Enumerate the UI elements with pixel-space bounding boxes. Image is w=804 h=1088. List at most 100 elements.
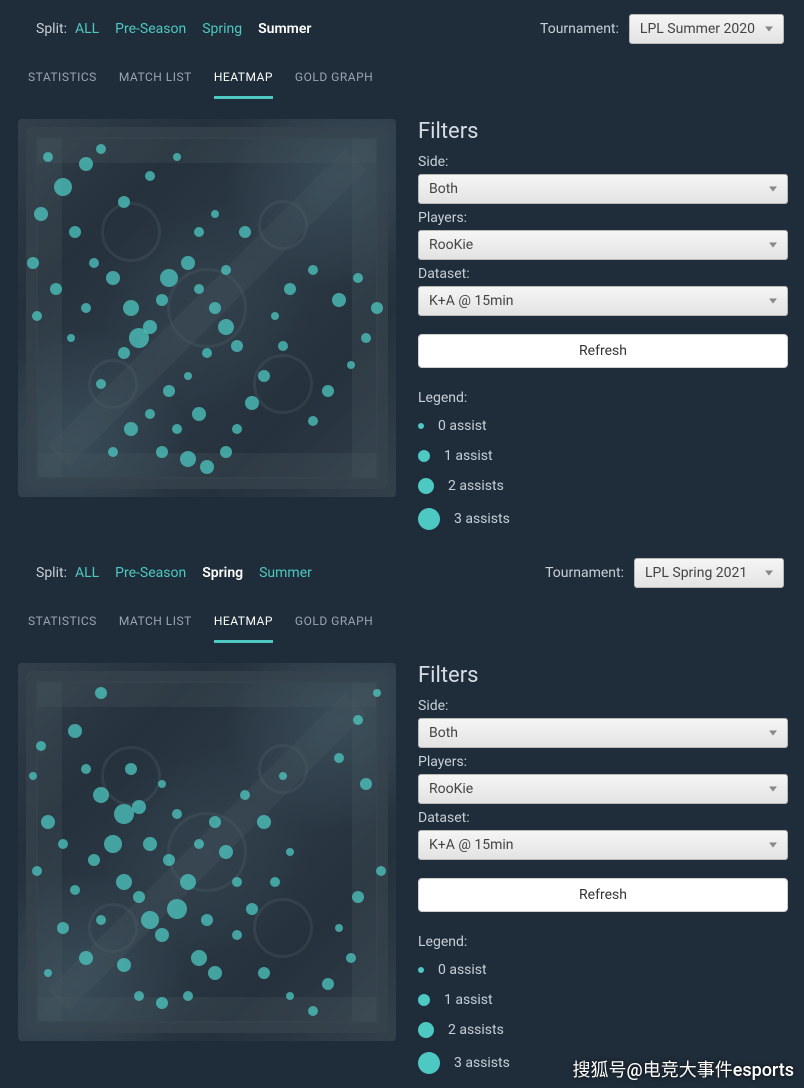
players-select[interactable]: RooKie <box>418 774 788 804</box>
tournament-select[interactable]: LPL Summer 2020 <box>629 14 784 44</box>
tournament-label: Tournament: <box>545 565 624 581</box>
refresh-button[interactable]: Refresh <box>418 334 788 368</box>
side-label: Side: <box>418 698 788 714</box>
heatmap-dot <box>202 348 212 358</box>
filters-sidebar: FiltersSide:BothPlayers:RooKieDataset:K+… <box>396 663 788 1088</box>
split-spring[interactable]: Spring <box>202 21 242 37</box>
heatmap-dot <box>245 396 259 410</box>
legend-label: 3 assists <box>454 1055 510 1071</box>
split-spring[interactable]: Spring <box>202 565 243 581</box>
tab-match-list[interactable]: MATCH LIST <box>119 70 192 99</box>
heatmap-dot <box>270 877 280 887</box>
players-label: Players: <box>418 210 788 226</box>
heatmap-dot <box>308 265 318 275</box>
top-row: Split:ALLPre-SeasonSpringSummerTournamen… <box>0 0 804 52</box>
heatmap-dot <box>133 891 145 903</box>
dataset-label: Dataset: <box>418 266 788 282</box>
panel: Split: ALL Pre-Season Spring Summer Tournamen… <box>0 544 804 1088</box>
tab-statistics[interactable]: STATISTICS <box>28 614 97 643</box>
legend-row: 0 assist <box>418 962 788 978</box>
heatmap-dot <box>156 294 168 306</box>
split-all[interactable]: ALL <box>75 21 99 37</box>
heatmap-dot <box>93 787 109 803</box>
tab-heatmap[interactable]: HEATMAP <box>214 614 273 643</box>
heatmap-dot <box>89 258 99 268</box>
heatmap-dot <box>172 809 182 819</box>
legend-label: 2 assists <box>448 1022 504 1038</box>
heatmap-dot <box>231 340 243 352</box>
heatmap-dot <box>232 930 242 940</box>
heatmap-dot <box>184 372 192 380</box>
tab-match-list[interactable]: MATCH LIST <box>119 614 192 643</box>
dataset-select[interactable]: K+A @ 15min <box>418 286 788 316</box>
heatmap-dot <box>232 424 242 434</box>
heatmap-dot <box>246 903 258 915</box>
heatmap-dot <box>81 764 91 774</box>
legend-row: 1 assist <box>418 992 788 1008</box>
tournament-select[interactable]: LPL Spring 2021 <box>634 558 784 588</box>
heatmap-dot <box>81 303 91 313</box>
heatmap-dot <box>332 293 346 307</box>
heatmap-dot <box>257 815 271 829</box>
heatmap-dot <box>96 915 106 925</box>
heatmap-dot <box>201 914 213 926</box>
legend-dot-icon <box>418 508 440 530</box>
main: FiltersSide:BothPlayers:RooKieDataset:K+… <box>0 99 804 544</box>
split-pre-season[interactable]: Pre-Season <box>115 565 186 581</box>
heatmap-dot <box>44 969 52 977</box>
heatmap-dot <box>124 422 138 436</box>
dataset-select[interactable]: K+A @ 15min <box>418 830 788 860</box>
heatmap-dot <box>69 226 81 238</box>
refresh-button[interactable]: Refresh <box>418 878 788 912</box>
heatmap-dot <box>79 951 93 965</box>
heatmap-dot <box>57 922 69 934</box>
heatmap-dot <box>43 152 53 162</box>
heatmap-dot <box>308 416 318 426</box>
legend-row: 3 assists <box>418 508 788 530</box>
heatmap-dot <box>34 207 48 221</box>
legend-label: 1 assist <box>444 448 493 464</box>
heatmap-map <box>18 119 396 497</box>
heatmap-dot <box>156 446 168 458</box>
heatmap-dot <box>116 874 132 890</box>
heatmap-dot <box>361 333 371 343</box>
heatmap-dot <box>27 257 39 269</box>
split-summer[interactable]: Summer <box>258 21 311 37</box>
split-pre-season[interactable]: Pre-Season <box>115 21 186 37</box>
side-select[interactable]: Both <box>418 174 788 204</box>
tab-statistics[interactable]: STATISTICS <box>28 70 97 99</box>
heatmap-dot <box>258 967 270 979</box>
split-all[interactable]: ALL <box>75 565 99 581</box>
heatmap-dot <box>167 899 187 919</box>
heatmap-dot <box>143 837 157 851</box>
heatmap-dot <box>29 772 37 780</box>
heatmap-dot <box>322 385 334 397</box>
legend-dot-icon <box>418 478 434 494</box>
split-items: ALL Pre-Season Spring Summer <box>75 21 311 37</box>
tab-gold-graph[interactable]: GOLD GRAPH <box>295 614 373 643</box>
players-select[interactable]: RooKie <box>418 230 788 260</box>
heatmap-dot <box>209 816 221 828</box>
heatmap-dot <box>67 334 75 342</box>
heatmap-dot <box>172 424 182 434</box>
heatmap-dot <box>114 804 134 824</box>
heatmap-dot <box>353 273 363 283</box>
heatmap-dot <box>220 446 232 458</box>
heatmap-dot <box>221 265 231 275</box>
heatmap-dot <box>218 319 234 335</box>
panel: Split:ALLPre-SeasonSpringSummerTournamen… <box>0 0 804 544</box>
main: FiltersSide:BothPlayers:RooKieDataset:K+… <box>0 643 804 1088</box>
heatmap-dot <box>41 815 55 829</box>
dataset-label: Dataset: <box>418 810 788 826</box>
tab-gold-graph[interactable]: GOLD GRAPH <box>295 70 373 99</box>
heatmap-dot <box>211 210 219 218</box>
legend-row: 3 assists <box>418 1052 788 1074</box>
heatmap-dot <box>54 178 72 196</box>
split-label: Split: <box>36 565 67 581</box>
side-select[interactable]: Both <box>418 718 788 748</box>
tab-heatmap[interactable]: HEATMAP <box>214 70 273 99</box>
split-summer[interactable]: Summer <box>259 565 312 581</box>
filters-title: Filters <box>418 119 788 144</box>
heatmap-dot <box>322 978 334 990</box>
heatmap-dot <box>334 753 344 763</box>
